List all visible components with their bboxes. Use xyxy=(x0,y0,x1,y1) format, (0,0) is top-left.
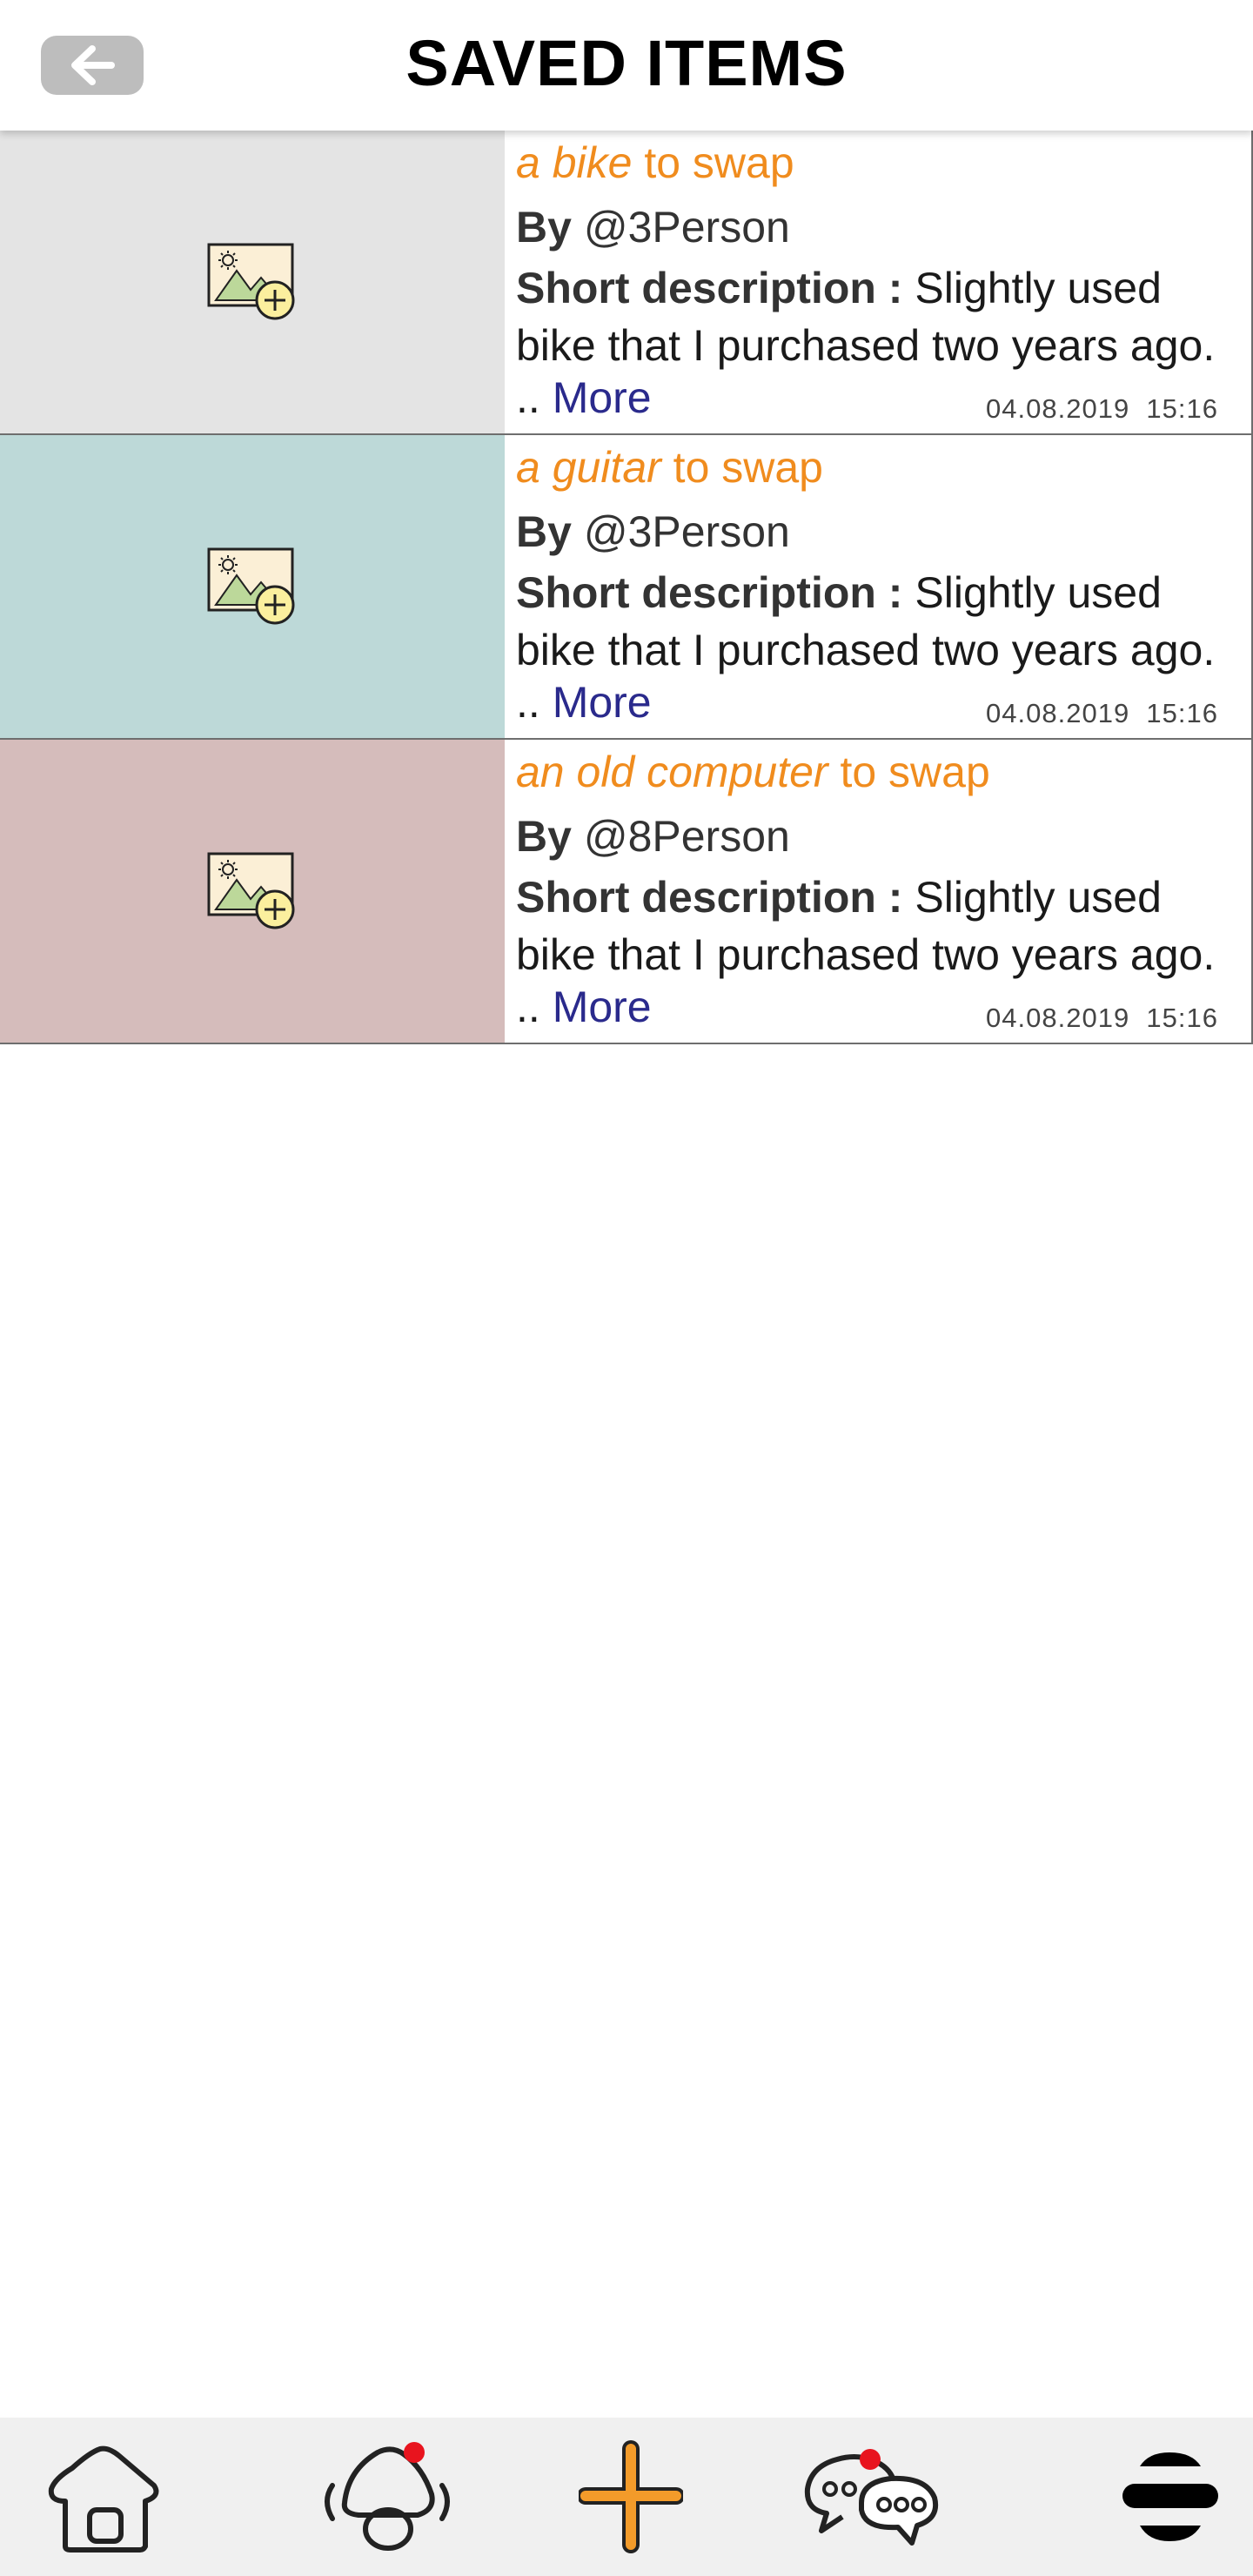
more-line: .. More xyxy=(516,372,652,423)
item-date: 04.08.2019 xyxy=(986,1003,1130,1033)
item-name: a guitar xyxy=(516,443,661,492)
item-time: 15:16 xyxy=(1146,698,1218,728)
item-details: a guitar to swap By @3Person Short descr… xyxy=(505,435,1253,738)
item-title[interactable]: a guitar to swap xyxy=(516,442,823,493)
item-date: 04.08.2019 xyxy=(986,393,1130,424)
more-line: .. More xyxy=(516,677,652,728)
by-label: By xyxy=(516,507,572,556)
more-ellipsis: .. xyxy=(516,983,553,1031)
item-description: Short description : Slightly used bike t… xyxy=(516,869,1247,983)
nav-home-button[interactable] xyxy=(35,2418,174,2576)
description-label: Short description : xyxy=(516,873,903,922)
more-line: .. More xyxy=(516,982,652,1032)
item-name: a bike xyxy=(516,138,633,187)
item-time: 15:16 xyxy=(1146,1003,1218,1033)
page-title: SAVED ITEMS xyxy=(405,27,848,99)
nav-menu-button[interactable] xyxy=(1105,2418,1236,2576)
list-item[interactable]: an old computer to swap By @8Person Shor… xyxy=(0,740,1253,1044)
item-date: 04.08.2019 xyxy=(986,698,1130,728)
saved-items-screen: SAVED ITEMS a bike to swap By @3Person S… xyxy=(0,0,1253,2576)
item-title[interactable]: a bike to swap xyxy=(516,138,794,188)
more-link[interactable]: More xyxy=(553,983,652,1031)
header: SAVED ITEMS xyxy=(0,0,1253,131)
item-timestamp: 04.08.2019 15:16 xyxy=(986,393,1218,425)
description-label: Short description : xyxy=(516,264,903,312)
owner-username[interactable]: @3Person xyxy=(584,203,790,252)
item-owner: By @3Person xyxy=(516,506,790,557)
saved-items-list: a bike to swap By @3Person Short descrip… xyxy=(0,131,1253,1044)
owner-username[interactable]: @8Person xyxy=(584,812,790,861)
notification-badge xyxy=(860,2449,881,2470)
item-thumbnail[interactable] xyxy=(0,435,505,738)
item-title-suffix: to swap xyxy=(660,443,823,492)
home-icon xyxy=(48,2445,159,2553)
add-image-icon xyxy=(207,852,295,929)
by-label: By xyxy=(516,812,572,861)
owner-username[interactable]: @3Person xyxy=(584,507,790,556)
more-ellipsis: .. xyxy=(516,678,553,727)
item-description: Short description : Slightly used bike t… xyxy=(516,564,1247,679)
menu-icon xyxy=(1122,2452,1218,2541)
list-item[interactable]: a guitar to swap By @3Person Short descr… xyxy=(0,435,1253,740)
item-name: an old computer xyxy=(516,748,828,796)
item-thumbnail[interactable] xyxy=(0,131,505,433)
more-link[interactable]: More xyxy=(553,678,652,727)
item-details: an old computer to swap By @8Person Shor… xyxy=(505,740,1253,1043)
nav-add-button[interactable] xyxy=(574,2418,687,2576)
add-icon xyxy=(579,2440,683,2553)
item-owner: By @3Person xyxy=(516,202,790,252)
notifications-icon xyxy=(325,2442,450,2551)
item-title[interactable]: an old computer to swap xyxy=(516,747,990,797)
by-label: By xyxy=(516,203,572,252)
nav-chat-button[interactable] xyxy=(801,2418,948,2576)
add-image-icon xyxy=(207,243,295,320)
nav-notifications-button[interactable] xyxy=(313,2418,461,2576)
list-item[interactable]: a bike to swap By @3Person Short descrip… xyxy=(0,131,1253,435)
item-owner: By @8Person xyxy=(516,811,790,862)
item-title-suffix: to swap xyxy=(828,748,990,796)
description-label: Short description : xyxy=(516,568,903,617)
item-timestamp: 04.08.2019 15:16 xyxy=(986,698,1218,729)
item-details: a bike to swap By @3Person Short descrip… xyxy=(505,131,1253,433)
item-timestamp: 04.08.2019 15:16 xyxy=(986,1003,1218,1034)
chat-icon xyxy=(804,2449,938,2546)
item-thumbnail[interactable] xyxy=(0,740,505,1043)
more-ellipsis: .. xyxy=(516,373,553,422)
item-description: Short description : Slightly used bike t… xyxy=(516,259,1247,374)
bottom-nav xyxy=(0,2418,1253,2576)
item-time: 15:16 xyxy=(1146,393,1218,424)
notification-badge xyxy=(404,2442,425,2463)
item-title-suffix: to swap xyxy=(632,138,794,187)
add-image-icon xyxy=(207,547,295,625)
more-link[interactable]: More xyxy=(553,373,652,422)
